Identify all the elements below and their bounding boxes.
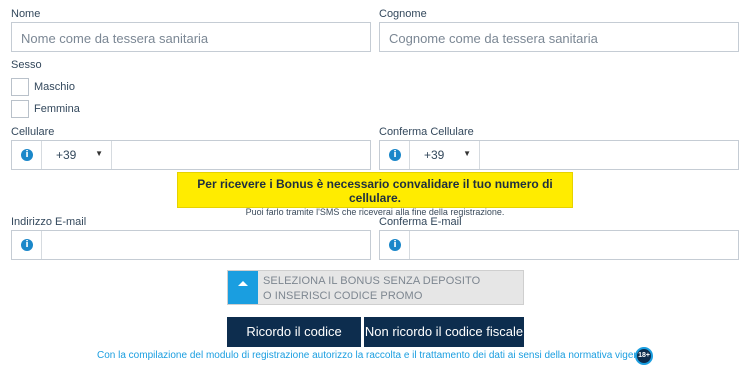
cognome-placeholder: Cognome come da tessera sanitaria	[389, 31, 598, 46]
info-icon: i	[389, 239, 401, 251]
bonus-line-2: O INSERISCI CODICE PROMO	[263, 290, 423, 302]
notice-title: Per ricevere i Bonus è necessario conval…	[197, 177, 553, 205]
expand-icon	[228, 271, 258, 304]
sesso-label: Sesso	[11, 59, 42, 71]
femmina-checkbox[interactable]	[11, 100, 29, 118]
femmina-label: Femmina	[34, 103, 80, 115]
email-field: i	[11, 230, 371, 260]
info-icon: i	[21, 149, 33, 161]
email-label: Indirizzo E-mail	[11, 216, 87, 228]
email-input[interactable]	[43, 231, 369, 259]
maschio-checkbox[interactable]	[11, 78, 29, 96]
bonus-line-1: SELEZIONA IL BONUS SENZA DEPOSITO	[263, 275, 481, 287]
cellulare-input[interactable]	[113, 141, 369, 169]
consent-text: Con la compilazione del modulo di regist…	[97, 350, 651, 361]
cellulare-label: Cellulare	[11, 126, 55, 138]
cellulare-info-button[interactable]: i	[12, 141, 42, 169]
conferma-email-info-button[interactable]: i	[380, 231, 410, 259]
conferma-email-input[interactable]	[411, 231, 737, 259]
conferma-email-field: i	[379, 230, 739, 260]
notice-subtitle: Puoi farlo tramite l'SMS che riceverai a…	[245, 207, 505, 217]
conferma-cellulare-field: i +39 ▼	[379, 140, 739, 170]
bonus-selector[interactable]: SELEZIONA IL BONUS SENZA DEPOSITO O INSE…	[227, 270, 524, 305]
nome-placeholder: Nome come da tessera sanitaria	[21, 31, 209, 46]
info-icon: i	[21, 239, 33, 251]
ricordo-codice-fiscale-button[interactable]: Ricordo il codice fiscale	[227, 317, 361, 369]
age-18-badge: 18+	[635, 347, 653, 365]
cellulare-field: i +39 ▼	[11, 140, 371, 170]
non-ricordo-codice-fiscale-button[interactable]: Non ricordo il codice fiscale	[364, 317, 524, 347]
conferma-cellulare-prefix-value: +39	[424, 148, 445, 162]
cognome-input[interactable]: Cognome come da tessera sanitaria	[379, 22, 739, 52]
maschio-label: Maschio	[34, 81, 75, 93]
conferma-email-label: Conferma E-mail	[379, 216, 462, 228]
cellulare-prefix-select[interactable]: +39 ▼	[42, 141, 112, 169]
cellulare-prefix-value: +39	[56, 148, 77, 162]
chevron-down-icon: ▼	[463, 149, 471, 158]
email-info-button[interactable]: i	[12, 231, 42, 259]
nome-label: Nome	[11, 8, 41, 20]
nome-input[interactable]: Nome come da tessera sanitaria	[11, 22, 371, 52]
conferma-cellulare-label: Conferma Cellulare	[379, 126, 474, 138]
chevron-down-icon: ▼	[95, 149, 103, 158]
info-icon: i	[389, 149, 401, 161]
conferma-cellulare-info-button[interactable]: i	[380, 141, 410, 169]
cognome-label: Cognome	[379, 8, 427, 20]
sms-notice: Per ricevere i Bonus è necessario conval…	[177, 172, 573, 217]
conferma-cellulare-input[interactable]	[481, 141, 737, 169]
conferma-cellulare-prefix-select[interactable]: +39 ▼	[410, 141, 480, 169]
